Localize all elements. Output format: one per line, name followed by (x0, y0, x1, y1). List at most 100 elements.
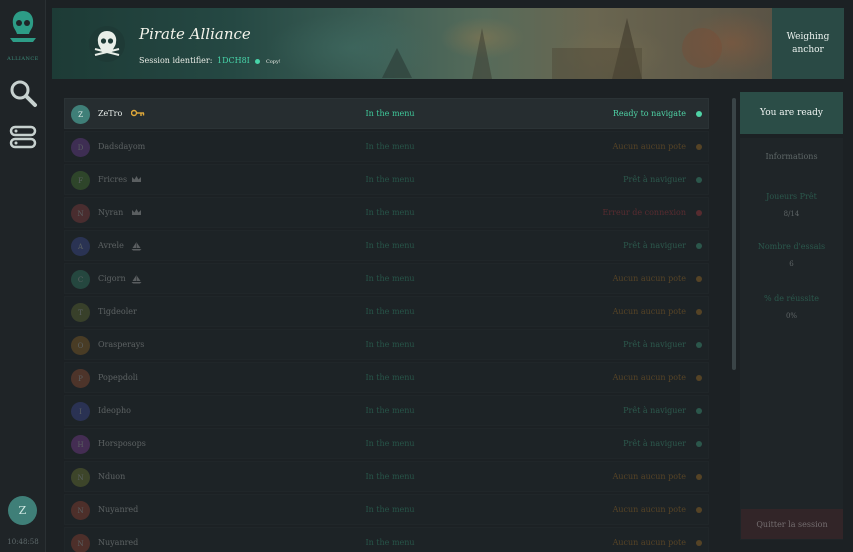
player-row[interactable]: P Popepdoli In the menu Aucun aucun pote (64, 362, 709, 393)
player-row[interactable]: N Nduon In the menu Aucun aucun pote (64, 461, 709, 492)
player-location: In the menu (365, 175, 415, 184)
status-dot-icon (696, 144, 702, 150)
sea-of-thieves-logo-icon[interactable] (5, 8, 41, 44)
player-row[interactable]: T Tigdeoler In the menu Aucun aucun pote (64, 296, 709, 327)
player-row[interactable]: N Nuyanred In the menu Aucun aucun pote (64, 494, 709, 525)
player-row[interactable]: Z ZeTro In the menu Ready to navigate (64, 98, 709, 129)
info-label-ready-players: Joueurs Prêt (766, 192, 817, 201)
player-status: Aucun aucun pote (612, 142, 686, 151)
logo-label: ALLIANCE (7, 56, 39, 62)
player-row[interactable]: N Nuyanred In the menu Aucun aucun pote (64, 527, 709, 552)
player-avatar: Z (71, 105, 90, 124)
player-location: In the menu (365, 142, 415, 151)
player-name: ZeTro (98, 109, 123, 118)
player-avatar: T (71, 303, 90, 322)
player-row[interactable]: C Cigorn In the menu Aucun aucun pote (64, 263, 709, 294)
player-row[interactable]: I Ideopho In the menu Prêt à naviguer (64, 395, 709, 426)
leave-session-button[interactable]: Quitter la session (741, 509, 843, 539)
skull-icon (88, 25, 126, 63)
status-dot-icon (696, 507, 702, 513)
player-avatar: O (71, 336, 90, 355)
session-id[interactable]: 1DCH8I (217, 56, 250, 65)
status-dot-icon (696, 375, 702, 381)
player-avatar: N (71, 534, 90, 552)
player-name: Orasperays (98, 340, 145, 349)
player-avatar: C (71, 270, 90, 289)
left-nav: ALLIANCE Z 10:48:58 (0, 0, 46, 552)
copy-button[interactable]: Copy! (266, 59, 281, 65)
player-name: Avrele (98, 241, 124, 250)
status-dot-icon (696, 210, 702, 216)
player-status: Ready to navigate (612, 109, 686, 118)
player-row[interactable]: H Horsposops In the menu Prêt à naviguer (64, 428, 709, 459)
player-name: Nuyanred (98, 505, 139, 514)
player-avatar: N (71, 468, 90, 487)
info-title: Informations (765, 152, 818, 161)
session-identifier: Session identifier: 1DCH8I Copy! (139, 56, 281, 65)
player-status: Prêt à naviguer (623, 439, 686, 448)
status-dot-icon (696, 243, 702, 249)
player-status: Aucun aucun pote (612, 505, 686, 514)
player-location: In the menu (365, 373, 415, 382)
player-status: Erreur de connexion (602, 208, 686, 217)
player-status: Prêt à naviguer (623, 340, 686, 349)
player-name: Dadsdayom (98, 142, 146, 151)
player-row[interactable]: A Avrele In the menu Prêt à naviguer (64, 230, 709, 261)
player-status: Aucun aucun pote (612, 538, 686, 547)
player-location: In the menu (365, 109, 415, 118)
copy-icon[interactable] (255, 58, 261, 64)
player-row[interactable]: O Orasperays In the menu Prêt à naviguer (64, 329, 709, 360)
player-name: Fricres (98, 175, 128, 184)
player-status: Prêt à naviguer (623, 406, 686, 415)
player-list-scrollbar[interactable] (732, 98, 736, 370)
status-dot-icon (696, 309, 702, 315)
player-name: Nuyanred (98, 538, 139, 547)
player-location: In the menu (365, 241, 415, 250)
info-value-success-rate: 0% (785, 312, 798, 320)
player-list: Z ZeTro In the menu Ready to navigate D Dadsd… (64, 98, 709, 552)
nav-servers-button[interactable] (6, 122, 40, 156)
player-status: Aucun aucun pote (612, 307, 686, 316)
weigh-anchor-button[interactable]: Weighing anchor (772, 8, 844, 79)
player-avatar: A (71, 237, 90, 256)
player-avatar: H (71, 435, 90, 454)
status-dot-icon (696, 474, 702, 480)
player-name: Nyran (98, 208, 124, 217)
player-status: Prêt à naviguer (623, 175, 686, 184)
clock: 10:48:58 (7, 538, 39, 546)
player-avatar: N (71, 204, 90, 223)
player-avatar: D (71, 138, 90, 157)
info-label-success-rate: % de réussite (764, 294, 819, 303)
player-status: Aucun aucun pote (612, 472, 686, 481)
server-stack-icon (8, 122, 38, 156)
info-value-ready-players: 8/14 (783, 210, 800, 218)
banner-artwork (382, 18, 722, 79)
magnifier-icon (8, 78, 38, 112)
crown-icon (131, 208, 142, 220)
player-name: Tigdeoler (98, 307, 137, 316)
player-avatar: P (71, 369, 90, 388)
status-dot-icon (696, 177, 702, 183)
player-location: In the menu (365, 439, 415, 448)
info-label-attempts: Nombre d'essais (757, 242, 826, 251)
session-banner: Pirate Alliance Session identifier: 1DCH… (52, 8, 772, 79)
info-panel: Informations Joueurs Prêt 8/14 Nombre d'… (740, 138, 843, 540)
status-dot-icon (696, 276, 702, 282)
player-name: Ideopho (98, 406, 131, 415)
info-value-attempts: 6 (789, 260, 794, 268)
session-label: Session identifier: (139, 56, 213, 65)
nav-search-button[interactable] (6, 78, 40, 112)
player-row[interactable]: F Fricres In the menu Prêt à naviguer (64, 164, 709, 195)
player-row[interactable]: N Nyran In the menu Erreur de connexion (64, 197, 709, 228)
player-name: Horsposops (98, 439, 146, 448)
player-status: Prêt à naviguer (623, 241, 686, 250)
player-name: Popepdoli (98, 373, 138, 382)
player-row[interactable]: D Dadsdayom In the menu Aucun aucun pote (64, 131, 709, 162)
alliance-title: Pirate Alliance (139, 25, 251, 43)
player-location: In the menu (365, 472, 415, 481)
user-avatar[interactable]: Z (8, 496, 37, 525)
status-dot-icon (696, 540, 702, 546)
ship-icon (131, 241, 142, 254)
player-location: In the menu (365, 208, 415, 217)
ready-button[interactable]: You are ready (740, 92, 843, 134)
